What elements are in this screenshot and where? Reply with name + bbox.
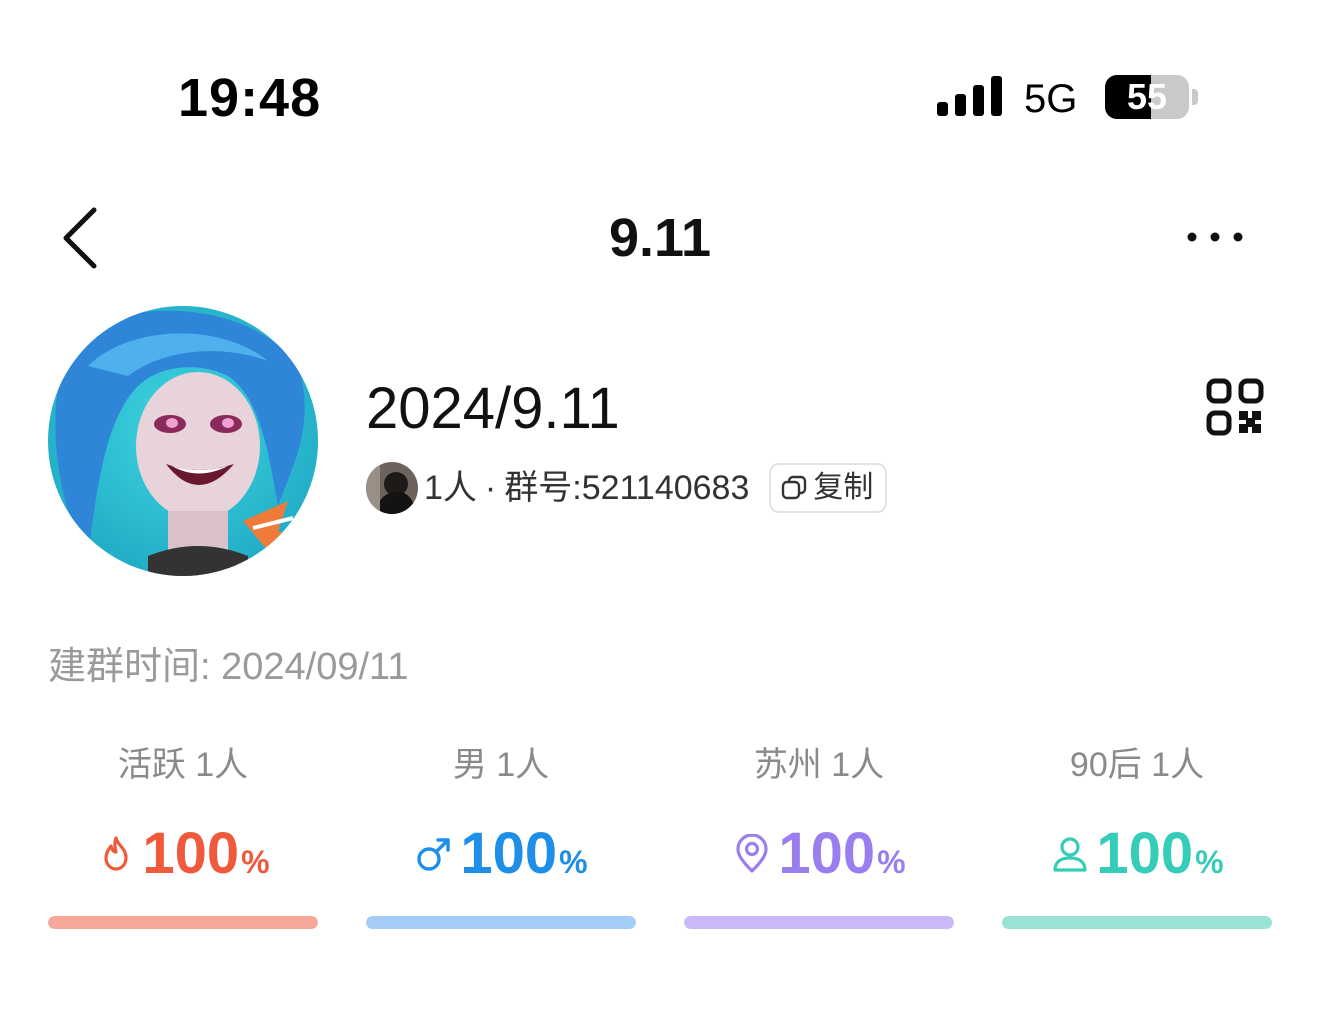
stat-unit: % <box>1195 844 1224 880</box>
copy-group-id-button[interactable]: 复制 <box>769 463 888 513</box>
stat-progress-bar <box>48 916 318 929</box>
stat-label: 男 1人 <box>452 746 550 784</box>
member-count: 1人 <box>424 469 477 507</box>
stat-value: 100 <box>778 821 876 886</box>
copy-icon <box>782 475 807 500</box>
qr-code-button[interactable] <box>1206 378 1264 436</box>
cellular-signal-icon <box>937 76 1002 116</box>
group-meta-row: 1人 · 群号: 521140683 复制 <box>366 460 888 516</box>
flame-icon <box>104 836 128 871</box>
male-icon <box>417 838 451 871</box>
stat-label: 苏州 1人 <box>753 746 885 784</box>
create-time-label: 建群时间: <box>48 646 222 688</box>
more-button[interactable] <box>1180 220 1250 254</box>
qr-code-icon <box>1206 378 1264 436</box>
group-name: 2024/9.11 <box>366 376 620 441</box>
status-time: 19:48 <box>178 68 322 128</box>
member-avatar[interactable] <box>366 462 418 514</box>
stat-label: 活跃 1人 <box>117 746 249 784</box>
stat-value-row: 100 % <box>684 822 954 886</box>
battery-icon: 55 <box>1105 75 1189 119</box>
stat-progress-bar <box>366 916 636 929</box>
stat-male[interactable]: 男 1人 100 % <box>366 740 636 940</box>
stat-value: 100 <box>1096 821 1194 886</box>
stat-unit: % <box>559 844 588 880</box>
more-dots-icon <box>1187 232 1243 242</box>
stat-value: 100 <box>142 821 240 886</box>
stat-progress-bar <box>1002 916 1272 929</box>
stat-progress-fill <box>1002 916 1272 929</box>
stat-value-row: 100 % <box>1002 822 1272 886</box>
chevron-left-icon <box>63 207 97 269</box>
stat-value: 100 <box>460 821 558 886</box>
person-icon <box>1053 837 1087 872</box>
stat-value-row: 100 % <box>48 822 318 886</box>
create-time-value: 2024/09/11 <box>221 646 409 688</box>
group-id: 521140683 <box>581 469 750 507</box>
group-id-label: 群号: <box>504 469 582 507</box>
meta-separator: · <box>484 468 497 507</box>
stat-active[interactable]: 活跃 1人 100 % <box>48 740 318 940</box>
location-pin-icon <box>736 834 768 873</box>
stat-progress-fill <box>366 916 636 929</box>
stat-location[interactable]: 苏州 1人 100 % <box>684 740 954 940</box>
group-avatar-image <box>48 306 318 576</box>
stat-unit: % <box>877 844 906 880</box>
member-avatar-image <box>366 462 418 514</box>
create-time: 建群时间: 2024/09/11 <box>48 642 409 692</box>
battery-cap <box>1192 89 1198 105</box>
stat-progress-bar <box>684 916 954 929</box>
stat-progress-fill <box>684 916 954 929</box>
network-type: 5G <box>1024 77 1078 121</box>
stat-value-row: 100 % <box>366 822 636 886</box>
stat-progress-fill <box>48 916 318 929</box>
battery-percentage: 55 <box>1126 76 1168 117</box>
back-button[interactable] <box>50 200 120 276</box>
group-avatar[interactable] <box>48 306 318 576</box>
stat-label: 90后 1人 <box>1069 746 1205 784</box>
copy-label: 复制 <box>813 471 874 504</box>
stat-unit: % <box>241 844 270 880</box>
page-title: 9.11 <box>608 208 712 268</box>
stat-age[interactable]: 90后 1人 100 % <box>1002 740 1272 940</box>
